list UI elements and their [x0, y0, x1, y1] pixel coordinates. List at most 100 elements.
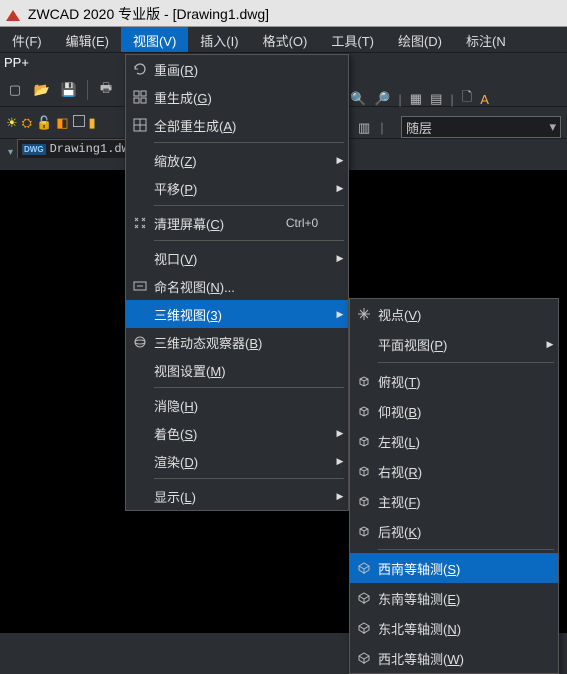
- menu-draw[interactable]: 绘图(D): [386, 27, 454, 52]
- cube-icon: [350, 374, 378, 388]
- new-icon[interactable]: ▢: [6, 81, 24, 99]
- text-a-icon[interactable]: A: [480, 92, 489, 107]
- menu-item[interactable]: 显示(L)▶: [126, 482, 348, 510]
- menu-item-label: 平移(P): [154, 179, 272, 198]
- submenu-item[interactable]: 仰视(B): [350, 396, 558, 426]
- window-title: ZWCAD 2020 专业版 - [Drawing1.dwg]: [28, 6, 269, 22]
- menu-item[interactable]: 重生成(G): [126, 83, 348, 111]
- regen-all-icon: [126, 118, 154, 132]
- submenu-item[interactable]: 俯视(T): [350, 366, 558, 396]
- doc-icon[interactable]: 🗋: [462, 88, 472, 110]
- menu-view[interactable]: 视图(V): [121, 27, 188, 52]
- submenu-item[interactable]: 左视(L): [350, 426, 558, 456]
- menu-item[interactable]: 渲染(D)▶: [126, 447, 348, 475]
- color-icon[interactable]: ◧: [56, 115, 68, 131]
- submenu-item[interactable]: 右视(R): [350, 456, 558, 486]
- menu-insert[interactable]: 插入(I): [188, 27, 250, 52]
- submenu-item-label: 俯视(T): [378, 372, 542, 391]
- menu-shortcut: Ctrl+0: [272, 216, 332, 230]
- tab-collapse-icon[interactable]: ▾: [8, 147, 13, 158]
- right-toolbar: 🔍 🔎 | ▦ ▤ | 🗋 A: [350, 88, 489, 110]
- layer-dropdown[interactable]: 随层: [401, 116, 561, 138]
- submenu-item-label: 左视(L): [378, 432, 542, 451]
- menu-item-label: 重生成(G): [154, 88, 272, 107]
- bulb-icon[interactable]: ☀: [6, 115, 18, 131]
- menu-separator: [154, 205, 344, 206]
- menu-item-label: 缩放(Z): [154, 151, 272, 170]
- submenu-item[interactable]: 东南等轴测(E): [350, 583, 558, 613]
- submenu-item[interactable]: 主视(F): [350, 486, 558, 516]
- menu-file[interactable]: 件(F): [0, 27, 54, 52]
- menu-separator: [154, 240, 344, 241]
- menu-item-label: 三维动态观察器(B): [154, 333, 272, 352]
- separator: |: [450, 92, 453, 107]
- menu-tools[interactable]: 工具(T): [319, 27, 386, 52]
- square-icon[interactable]: [73, 115, 85, 130]
- submenu-item-label: 右视(R): [378, 462, 542, 481]
- menu-item-label: 三维视图(3): [154, 305, 272, 324]
- submenu-arrow-icon: ▶: [332, 428, 348, 439]
- menu-item[interactable]: 三维视图(3) ▶: [126, 300, 348, 328]
- title-bar: ZWCAD 2020 专业版 - [Drawing1.dwg]: [0, 0, 567, 27]
- zoom-ext-icon[interactable]: 🔎: [374, 91, 390, 107]
- submenu-item-label: 平面视图(P): [378, 335, 542, 354]
- submenu-item-label: 后视(K): [378, 522, 542, 541]
- menu-item-label: 渲染(D): [154, 452, 272, 471]
- menu-separator: [154, 387, 344, 388]
- submenu-item[interactable]: 西南等轴测(S): [350, 553, 558, 583]
- menu-format[interactable]: 格式(O): [251, 27, 320, 52]
- submenu-arrow-icon: ▶: [332, 309, 348, 320]
- menu-item-label: 视口(V): [154, 249, 272, 268]
- cube-icon: [350, 464, 378, 478]
- menu-item[interactable]: 平移(P)▶: [126, 174, 348, 202]
- submenu-item[interactable]: 东北等轴测(N): [350, 613, 558, 643]
- zoom-icon[interactable]: 🔍: [350, 91, 366, 107]
- swatch-icon[interactable]: ▮: [89, 115, 96, 131]
- menu-item[interactable]: 消隐(H): [126, 391, 348, 419]
- menu-item[interactable]: 着色(S) ▶: [126, 419, 348, 447]
- submenu-item[interactable]: 视点(V): [350, 299, 558, 329]
- separator: |: [380, 120, 383, 136]
- separator: [87, 80, 88, 100]
- submenu-item-label: 视点(V): [378, 305, 542, 324]
- sun-icon[interactable]: ⛭: [22, 115, 32, 131]
- menu-item[interactable]: 命名视图(N)...: [126, 272, 348, 300]
- iso-icon: [350, 651, 378, 665]
- menu-item[interactable]: 三维动态观察器(B): [126, 328, 348, 356]
- tile-icon[interactable]: ▥: [358, 120, 370, 136]
- submenu-item[interactable]: 后视(K): [350, 516, 558, 546]
- open-icon[interactable]: 📂: [33, 81, 51, 99]
- save-icon[interactable]: 💾: [60, 81, 78, 99]
- submenu-arrow-icon: ▶: [332, 253, 348, 264]
- separator: |: [398, 92, 401, 107]
- submenu-arrow-icon: ▶: [332, 491, 348, 502]
- menu-item-label: 着色(S): [154, 424, 272, 443]
- menu-item-label: 重画(R): [154, 60, 272, 79]
- menu-item-label: 清理屏幕(C): [154, 214, 272, 233]
- menu-item[interactable]: 清理屏幕(C)Ctrl+0: [126, 209, 348, 237]
- submenu-item[interactable]: 平面视图(P)▶: [350, 329, 558, 359]
- menu-edit[interactable]: 编辑(E): [54, 27, 121, 52]
- submenu-item-label: 主视(F): [378, 492, 542, 511]
- menu-separator: [154, 142, 344, 143]
- 3dview-submenu: 视点(V) 平面视图(P)▶ 俯视(T) 仰视(B) 左视(L) 右视(R) 主视(F) 后视…: [349, 298, 559, 674]
- menu-bar: 件(F) 编辑(E) 视图(V) 插入(I) 格式(O) 工具(T) 绘图(D)…: [0, 27, 567, 53]
- submenu-item-label: 仰视(B): [378, 402, 542, 421]
- named-view-icon: [126, 279, 154, 293]
- submenu-item[interactable]: 西北等轴测(W): [350, 643, 558, 673]
- cube-icon: [350, 404, 378, 418]
- menu-dim[interactable]: 标注(N: [454, 27, 518, 52]
- menu-item[interactable]: 重画(R): [126, 55, 348, 83]
- menu-item[interactable]: 全部重生成(A): [126, 111, 348, 139]
- lock-icon[interactable]: 🔓: [36, 115, 52, 131]
- table-icon[interactable]: ▤: [430, 91, 442, 107]
- viewpoint-icon: [350, 307, 378, 321]
- layout-icon[interactable]: ▦: [410, 91, 422, 107]
- menu-item[interactable]: 缩放(Z)▶: [126, 146, 348, 174]
- print-icon[interactable]: 🖶: [97, 81, 115, 99]
- menu-item[interactable]: 视口(V) ▶: [126, 244, 348, 272]
- app-icon: [6, 10, 20, 21]
- menu-separator: [154, 478, 344, 479]
- layer-dropdown-label: 随层: [406, 118, 432, 137]
- menu-item[interactable]: 视图设置(M): [126, 356, 348, 384]
